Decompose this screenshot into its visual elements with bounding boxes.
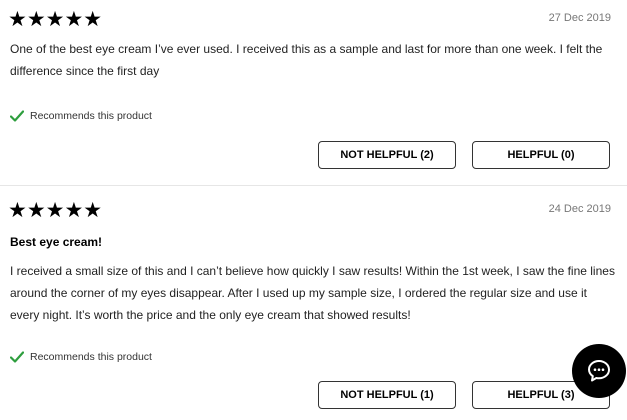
not-helpful-button[interactable]: NOT HELPFUL (1): [318, 381, 456, 409]
chat-button[interactable]: [572, 344, 626, 398]
review-body: I received a small size of this and I ca…: [10, 264, 615, 322]
star-rating: ★★★★★: [8, 8, 103, 31]
review-body: One of the best eye cream I’ve ever used…: [10, 42, 603, 78]
review-date: 24 Dec 2019: [548, 203, 611, 215]
recommends-label: Recommends this product: [30, 351, 152, 363]
check-icon: [10, 351, 24, 363]
review-card: ★★★★★ 24 Dec 2019 Best eye cream! I rece…: [0, 185, 627, 420]
not-helpful-button[interactable]: NOT HELPFUL (2): [318, 141, 456, 169]
review-title: Best eye cream!: [10, 235, 103, 249]
recommends-badge: Recommends this product: [10, 351, 152, 363]
helpful-button[interactable]: HELPFUL (0): [472, 141, 610, 169]
recommends-badge: Recommends this product: [10, 110, 152, 122]
star-rating: ★★★★★: [8, 199, 103, 222]
check-icon: [10, 110, 24, 122]
review-card: ★★★★★ 27 Dec 2019 One of the best eye cr…: [0, 0, 627, 185]
review-date: 27 Dec 2019: [548, 12, 611, 24]
recommends-label: Recommends this product: [30, 110, 152, 122]
chat-bubble-icon: [588, 360, 610, 382]
